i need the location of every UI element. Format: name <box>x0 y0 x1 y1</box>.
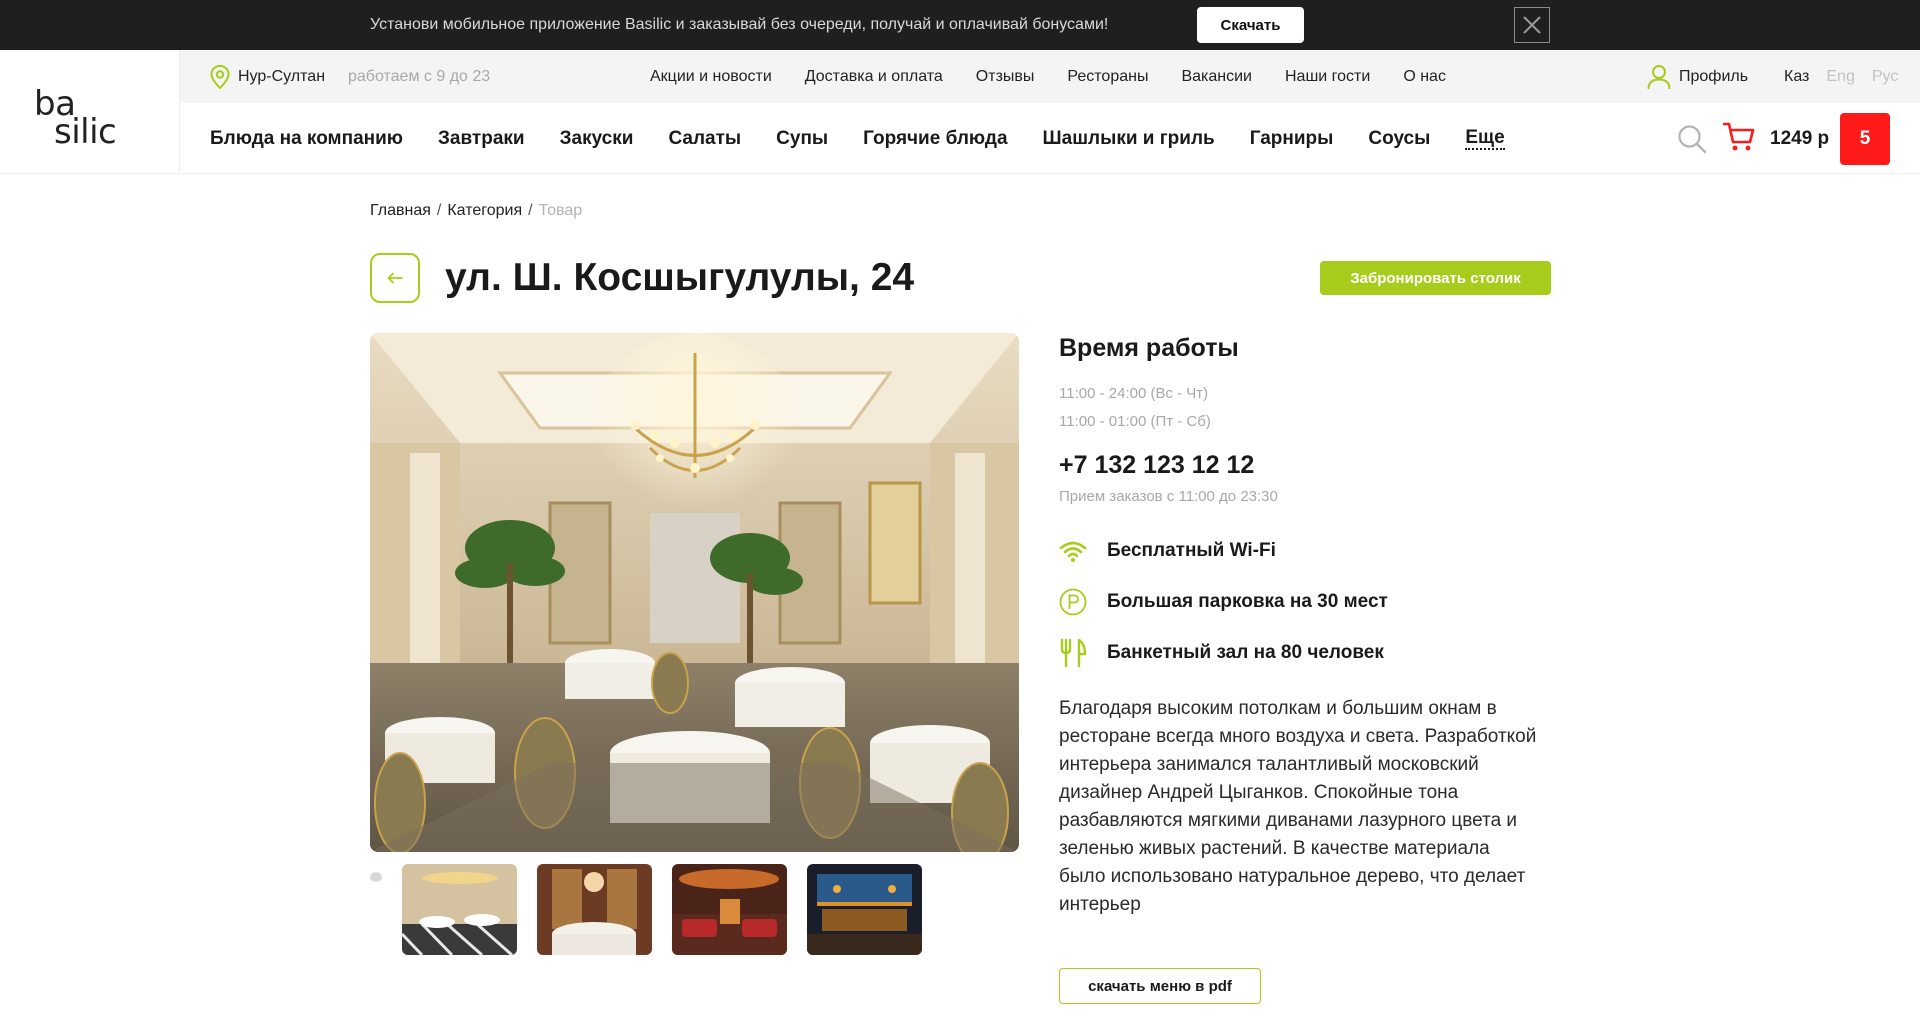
arrow-left-icon <box>387 272 403 284</box>
category-snacks[interactable]: Закуски <box>560 128 634 150</box>
page-title: ул. Ш. Косшыгулулы, 24 <box>445 256 915 299</box>
restaurant-interior-image <box>370 333 1019 852</box>
gallery-thumb-4[interactable] <box>807 864 922 955</box>
category-hot-dishes[interactable]: Горячие блюда <box>863 128 1007 150</box>
category-party-dishes[interactable]: Блюда на компанию <box>210 128 403 150</box>
category-breakfasts[interactable]: Завтраки <box>438 128 525 150</box>
topnav-restaurants[interactable]: Рестораны <box>1067 68 1148 86</box>
download-menu-pdf-button[interactable]: скачать меню в pdf <box>1059 968 1261 1004</box>
profile-link[interactable]: Профиль <box>1647 50 1748 103</box>
close-icon <box>1523 16 1541 34</box>
order-hours: Прием заказов с 11:00 до 23:30 <box>1059 488 1278 505</box>
category-sides[interactable]: Гарниры <box>1250 128 1334 150</box>
restaurant-photo[interactable] <box>370 333 1019 852</box>
category-nav: Блюда на компанию Завтраки Закуски Салат… <box>210 103 1540 174</box>
search-button[interactable] <box>1677 124 1707 159</box>
category-salads[interactable]: Салаты <box>668 128 741 150</box>
search-icon <box>1678 125 1707 154</box>
fork-knife-icon <box>1059 638 1087 668</box>
feature-banquet: Банкетный зал на 80 человек <box>1059 627 1539 678</box>
feature-wifi: Бесплатный Wi-Fi <box>1059 525 1539 576</box>
promo-banner: Установи мобильное приложение Basilic и … <box>0 0 1920 50</box>
topnav-vacancies[interactable]: Вакансии <box>1181 68 1252 86</box>
feature-text: Банкетный зал на 80 человек <box>1107 641 1384 663</box>
category-grill[interactable]: Шашлыки и гриль <box>1043 128 1215 150</box>
location-pin-icon <box>210 64 230 89</box>
close-banner-button[interactable] <box>1514 7 1550 43</box>
thumbnail-image <box>807 864 922 955</box>
cart-total[interactable]: 1249 р <box>1770 103 1829 174</box>
gallery-dot[interactable] <box>370 872 382 882</box>
download-app-button[interactable]: Скачать <box>1197 7 1304 43</box>
breadcrumb-separator: / <box>528 202 533 219</box>
thumbnail-image <box>672 864 787 955</box>
gallery-thumb-3[interactable] <box>672 864 787 955</box>
features-list: Бесплатный Wi-Fi Большая парковка на 30 … <box>1059 525 1539 678</box>
category-soups[interactable]: Супы <box>776 128 828 150</box>
feature-parking: Большая парковка на 30 мест <box>1059 576 1539 627</box>
parking-icon <box>1059 587 1087 617</box>
feature-text: Большая парковка на 30 мест <box>1107 590 1388 612</box>
breadcrumb-home[interactable]: Главная <box>370 202 431 220</box>
topnav-reviews[interactable]: Отзывы <box>976 68 1035 86</box>
restaurant-info: Время работы 11:00 - 24:00 (Вс - Чт) 11:… <box>1059 330 1539 919</box>
hours-heading: Время работы <box>1059 334 1239 362</box>
thumbnail-image <box>537 864 652 955</box>
working-hours: работаем с 9 до 23 <box>348 68 491 85</box>
gallery-thumbnails <box>402 864 922 955</box>
logo[interactable]: ba silic <box>34 87 117 149</box>
topnav-about[interactable]: О нас <box>1403 68 1446 86</box>
category-more[interactable]: Еще <box>1465 127 1505 150</box>
cart-icon <box>1722 122 1755 151</box>
category-sauces[interactable]: Соусы <box>1368 128 1430 150</box>
promo-text: Установи мобильное приложение Basilic и … <box>370 16 1109 33</box>
gallery-thumb-2[interactable] <box>537 864 652 955</box>
restaurant-description: Благодаря высоким потолкам и большим окн… <box>1059 698 1537 915</box>
back-button[interactable] <box>370 253 420 303</box>
cart-count-badge[interactable]: 5 <box>1840 113 1890 165</box>
city-name: Нур-Султан <box>238 67 326 85</box>
user-icon <box>1647 64 1671 89</box>
topnav-promo[interactable]: Акции и новости <box>650 68 772 86</box>
topnav-delivery[interactable]: Доставка и оплата <box>805 68 943 86</box>
category-bar: Блюда на компанию Завтраки Закуски Салат… <box>180 103 1920 174</box>
book-table-button[interactable]: Забронировать столик <box>1320 261 1551 295</box>
profile-label: Профиль <box>1679 67 1749 85</box>
language-switcher: Каз Eng Рус <box>1784 50 1898 103</box>
top-info-bar: Нур-Султан работаем с 9 до 23 Акции и но… <box>180 50 1920 103</box>
feature-text: Бесплатный Wi-Fi <box>1107 539 1276 561</box>
top-nav: Акции и новости Доставка и оплата Отзывы… <box>650 50 1479 103</box>
wifi-icon <box>1059 536 1087 566</box>
city-selector[interactable]: Нур-Султан <box>210 50 325 103</box>
thumbnail-image <box>402 864 517 955</box>
lang-rus[interactable]: Рус <box>1872 68 1899 86</box>
cart-button[interactable] <box>1722 121 1755 158</box>
logo-container: ba silic <box>0 50 180 174</box>
schedule-line: 11:00 - 24:00 (Вс - Чт) <box>1059 385 1209 402</box>
schedule: 11:00 - 24:00 (Вс - Чт) 11:00 - 01:00 (П… <box>1059 380 1539 436</box>
breadcrumb-current: Товар <box>538 202 583 219</box>
topnav-guests[interactable]: Наши гости <box>1285 68 1370 86</box>
lang-eng[interactable]: Eng <box>1826 68 1854 86</box>
gallery-thumb-1[interactable] <box>402 864 517 955</box>
schedule-line: 11:00 - 01:00 (Пт - Сб) <box>1059 413 1211 430</box>
breadcrumb-category[interactable]: Категория <box>447 202 522 220</box>
lang-kaz[interactable]: Каз <box>1784 68 1809 86</box>
breadcrumb: Главная / Категория / Товар <box>370 202 582 220</box>
breadcrumb-separator: / <box>436 202 442 219</box>
phone-number[interactable]: +7 132 123 12 12 <box>1059 448 1539 482</box>
